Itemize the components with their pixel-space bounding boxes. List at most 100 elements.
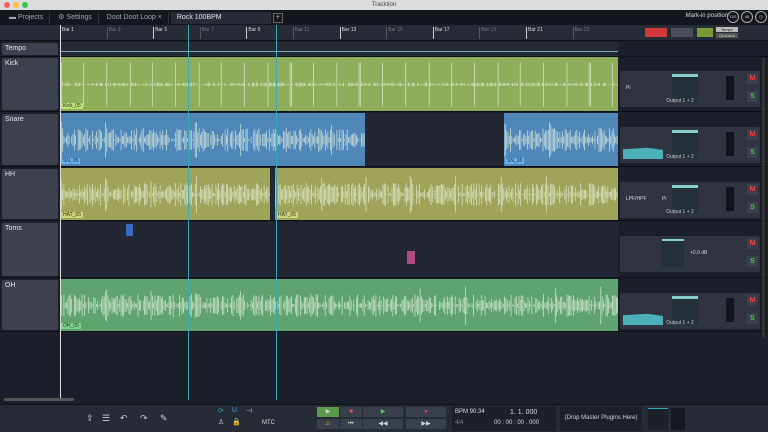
track-header[interactable]: HH	[2, 169, 58, 219]
mute-button[interactable]: M	[747, 295, 758, 306]
track-lane[interactable]	[60, 222, 618, 277]
warning-button[interactable]: ⚠	[317, 419, 339, 429]
undo-icon[interactable]: ↶	[120, 413, 128, 424]
tab-doot-doot-loop[interactable]: Doot Doot Loop ×	[101, 12, 169, 24]
audio-clip[interactable]: OH_05	[60, 279, 618, 331]
play-button[interactable]: ▶	[363, 407, 403, 417]
menu-icon[interactable]: ☰	[102, 413, 110, 424]
rewind-button[interactable]: ◀◀	[363, 419, 403, 429]
master-volume[interactable]	[648, 408, 668, 430]
quantize-button[interactable]: Quantize	[716, 33, 738, 38]
output-label[interactable]: Output 1 + 2	[620, 320, 740, 326]
track-name[interactable]: Kick	[5, 60, 18, 67]
solo-button[interactable]: S	[747, 91, 758, 102]
tab-bar: ▬ Projects ⚙ Settings Doot Doot Loop × R…	[0, 10, 768, 25]
metronome-icon[interactable]: ♙	[218, 418, 224, 426]
loop-record-button[interactable]: ■	[340, 407, 362, 417]
level-meter	[726, 132, 734, 156]
redo-icon[interactable]: ↷	[140, 413, 148, 424]
volume-value: +0.0 dB	[690, 250, 707, 256]
audio-clip[interactable]: HAT_05	[275, 168, 618, 220]
transport-bar: ⇪ ☰ ↶ ↷ ✎ ⟳ U ⊣ ♙ 🔒 MTC ▶ ■ ▶ ● ⚠ ⏮ ◀◀ ▶…	[0, 404, 768, 432]
time-signature[interactable]: 4/4	[455, 420, 463, 426]
track-header[interactable]: OH	[2, 280, 58, 330]
track-name[interactable]: Snare	[5, 116, 24, 123]
zoom-button[interactable]	[22, 2, 28, 8]
track-lane[interactable]: Kick_05	[60, 57, 618, 111]
add-tab-button[interactable]: +	[273, 13, 283, 23]
punch-icon[interactable]: ⊣	[246, 407, 252, 415]
output-label[interactable]: Output 1 + 2	[620, 98, 740, 104]
solo-button[interactable]: S	[747, 147, 758, 158]
timeline-ruler[interactable]: Tempo Quantize Bar 1 Bar 3 Bar 5 Bar 7 Bar 9…	[0, 25, 768, 41]
go-to-start-button[interactable]: ⏮	[340, 419, 362, 429]
mute-button[interactable]: M	[747, 129, 758, 140]
record-mode-button[interactable]: ▶	[317, 407, 339, 417]
plugin-name[interactable]: LPF/HPF	[626, 196, 647, 202]
knob-48[interactable]: 48	[741, 11, 753, 23]
track-name[interactable]: Toms	[5, 225, 22, 232]
track-lane[interactable]: HAT_05 HAT_05	[60, 168, 618, 220]
plugin-name[interactable]: Pi	[662, 196, 666, 202]
track-name[interactable]: OH	[5, 282, 16, 289]
volume-plugin[interactable]	[662, 239, 684, 267]
tab-projects[interactable]: ▬ Projects	[3, 12, 50, 24]
mute-button[interactable]: M	[747, 184, 758, 195]
loop-end-marker[interactable]	[276, 25, 277, 400]
sync-icon[interactable]: ⟳	[218, 407, 224, 415]
wrench-icon[interactable]: ✎	[160, 413, 168, 424]
audio-clip[interactable]: SN_05	[60, 113, 365, 166]
time-display: 00 : 00 : 00 . 000	[494, 420, 539, 426]
record-button[interactable]: ●	[406, 407, 446, 417]
bpm-display[interactable]: BPM 90.34	[455, 409, 485, 415]
audio-clip[interactable]: SN_05	[504, 113, 618, 166]
snap-icon[interactable]: U	[232, 407, 237, 414]
plugin-name[interactable]: Pi	[626, 85, 630, 91]
knob-100[interactable]: 100	[727, 11, 739, 23]
solo-button[interactable]: S	[747, 256, 758, 267]
audio-clip[interactable]: HAT_05	[60, 168, 270, 220]
midi-clip[interactable]	[126, 224, 133, 236]
tab-settings[interactable]: ⚙ Settings	[52, 12, 99, 24]
track-lane[interactable]: SN_05 SN_05	[60, 113, 618, 166]
waveform	[60, 279, 618, 331]
loop-start-marker[interactable]	[188, 25, 189, 400]
export-icon[interactable]: ⇪	[86, 413, 94, 424]
track-lane[interactable]: OH_05	[60, 279, 618, 331]
track-lane[interactable]	[60, 42, 618, 56]
tab-rock-100bpm[interactable]: Rock 100BPM	[171, 12, 271, 24]
mute-button[interactable]: M	[747, 73, 758, 84]
track-oh: OH OH_05 M S Output 1 + 2	[0, 279, 768, 332]
track-header[interactable]: Snare	[2, 114, 58, 165]
vertical-scrollbar[interactable]	[762, 58, 765, 338]
output-label[interactable]: Output 1 + 2	[620, 209, 740, 215]
output-label[interactable]: Output 1 + 2	[620, 154, 740, 160]
solo-button[interactable]: S	[747, 202, 758, 213]
close-button[interactable]	[4, 2, 10, 8]
clock-icon[interactable]: ◷	[755, 11, 767, 23]
track-name[interactable]: Tempo	[5, 45, 26, 52]
marker-button[interactable]	[671, 28, 693, 37]
waveform	[60, 168, 270, 220]
track-header[interactable]: Kick	[2, 58, 58, 110]
playhead[interactable]	[60, 25, 61, 400]
record-arm-button[interactable]	[645, 28, 667, 37]
midi-clip[interactable]	[407, 251, 415, 264]
bar-label: Bar 9	[246, 27, 260, 39]
track-snare: Snare SN_05 SN_05 M S Output 1 + 2	[0, 113, 768, 167]
mark-in-position-label: Mark-in position	[686, 13, 728, 19]
minimize-button[interactable]	[13, 2, 19, 8]
horizontal-scrollbar[interactable]	[4, 398, 74, 401]
solo-button[interactable]: S	[747, 313, 758, 324]
track-header[interactable]: Toms	[2, 223, 58, 276]
master-plugins-drop-zone[interactable]: (Drop Master Plugins Here)	[560, 406, 642, 431]
mtc-label[interactable]: MTC	[262, 420, 275, 426]
track-header[interactable]: Tempo	[2, 43, 58, 55]
loop-button[interactable]	[697, 28, 713, 37]
tempo-button[interactable]: Tempo	[716, 27, 738, 32]
track-name[interactable]: HH	[5, 171, 15, 178]
mute-button[interactable]: M	[747, 238, 758, 249]
fast-forward-button[interactable]: ▶▶	[406, 419, 446, 429]
audio-clip[interactable]: Kick_05	[60, 57, 618, 111]
lock-icon[interactable]: 🔒	[232, 418, 241, 426]
